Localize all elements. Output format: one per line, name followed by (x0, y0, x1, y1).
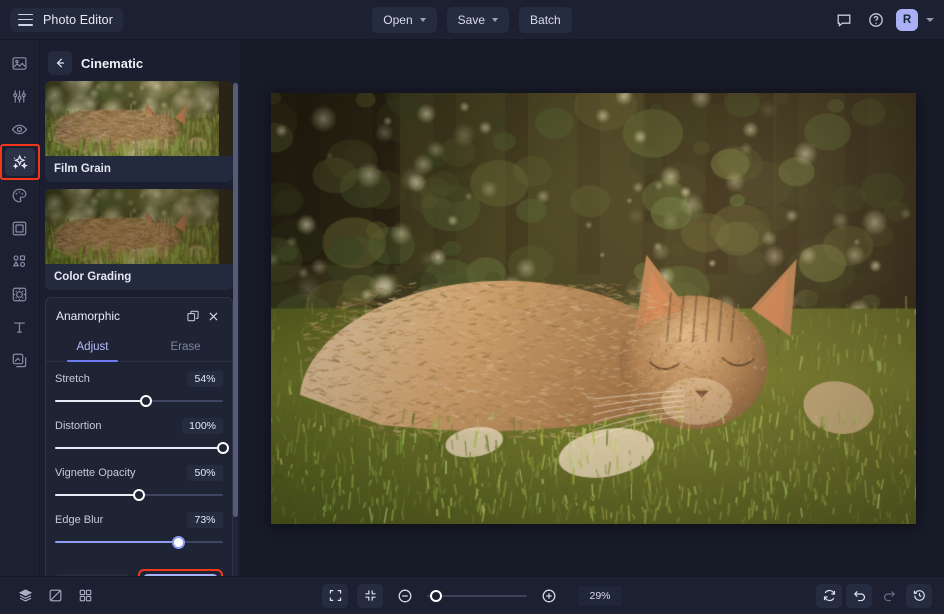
slider-track[interactable] (55, 489, 223, 501)
bottom-bar: 29% (0, 576, 944, 614)
slider-track[interactable] (55, 442, 229, 454)
bottom-left-tools (12, 584, 98, 608)
history-button[interactable] (906, 583, 932, 608)
preset-thumbnail (45, 81, 233, 156)
undo-button[interactable] (846, 583, 872, 608)
effect-tabs: Adjust Erase (46, 334, 232, 362)
slider-distortion: Distortion 100% (55, 418, 229, 454)
slider-handle[interactable] (133, 489, 145, 501)
slider-group: Stretch 54% Distortion 100% Vignette Opa… (46, 362, 232, 567)
slider-track[interactable] (55, 535, 223, 549)
panel-scroll-area[interactable]: Film Grain Color Grading Anamorphic Adju… (40, 81, 241, 576)
grid-button[interactable] (72, 584, 98, 608)
slider-value: 50% (187, 465, 223, 481)
effect-actions: Cancel Apply (46, 567, 232, 576)
preset-color-grading[interactable]: Color Grading (45, 189, 233, 290)
app-menu-brand[interactable]: Photo Editor (10, 7, 123, 32)
top-right-actions: R (832, 8, 934, 32)
effect-header: Anamorphic (46, 298, 232, 334)
redo-button[interactable] (876, 584, 902, 608)
reset-button[interactable] (816, 583, 842, 608)
actual-size-button[interactable] (357, 583, 383, 608)
back-button[interactable] (48, 51, 72, 75)
batch-button-label: Batch (530, 12, 561, 27)
compare-button[interactable] (42, 584, 68, 608)
preset-label: Film Grain (54, 163, 111, 175)
zoom-level-value: 29% (578, 585, 622, 606)
bottom-right-tools (816, 583, 932, 608)
slider-track[interactable] (55, 395, 223, 407)
close-icon[interactable] (203, 306, 223, 326)
scrollbar-thumb[interactable] (233, 83, 238, 517)
sidebar-item-shapes[interactable] (5, 247, 35, 275)
photo-editor-window: Photo Editor Open Save Batch R Cinematic… (0, 0, 944, 614)
photo-canvas (270, 92, 916, 524)
zoom-out-button[interactable] (392, 584, 418, 608)
open-button-label: Open (383, 12, 413, 27)
batch-button[interactable]: Batch (519, 6, 572, 33)
hamburger-icon[interactable] (18, 13, 33, 26)
tool-rail (0, 40, 40, 576)
duplicate-icon[interactable] (183, 306, 203, 326)
zoom-slider-handle[interactable] (429, 589, 442, 602)
canvas-area[interactable] (242, 40, 944, 576)
slider-value: 54% (187, 371, 223, 387)
top-bar: Photo Editor Open Save Batch R (0, 0, 944, 40)
preset-film-grain[interactable]: Film Grain (45, 81, 233, 182)
sidebar-item-image[interactable] (5, 49, 35, 77)
chevron-down-icon (419, 17, 426, 22)
slider-value: 100% (182, 418, 223, 434)
zoom-controls: 29% (0, 583, 944, 608)
sidebar-item-color[interactable] (5, 181, 35, 209)
avatar[interactable]: R (896, 8, 918, 31)
layers-button[interactable] (12, 584, 38, 608)
fit-screen-button[interactable] (322, 583, 348, 608)
main-body: Cinematic Film Grain Color Grading Anamo… (0, 40, 944, 576)
preset-label: Color Grading (54, 271, 132, 283)
chevron-down-icon[interactable] (926, 17, 934, 22)
effects-panel: Cinematic Film Grain Color Grading Anamo… (40, 40, 242, 576)
slider-label: Stretch (55, 373, 90, 385)
tab-adjust[interactable]: Adjust (46, 334, 139, 362)
slider-handle[interactable] (139, 395, 152, 407)
slider-edge-blur: Edge Blur 73% (55, 512, 223, 549)
zoom-slider[interactable] (427, 589, 527, 602)
sidebar-item-adjust[interactable] (5, 82, 35, 110)
sidebar-item-blur[interactable] (5, 280, 35, 308)
sidebar-item-layers[interactable] (5, 346, 35, 374)
slider-label: Vignette Opacity (55, 467, 136, 479)
sidebar-item-text[interactable] (5, 313, 35, 341)
page-title: Cinematic (81, 55, 144, 71)
slider-vignette-opacity: Vignette Opacity 50% (55, 465, 223, 501)
arrow-left-icon (56, 58, 65, 68)
zoom-in-button[interactable] (536, 584, 562, 608)
effect-name: Anamorphic (56, 309, 121, 323)
sidebar-item-retouch[interactable] (5, 115, 35, 143)
sidebar-item-frame[interactable] (5, 214, 35, 242)
sidebar-item-effects[interactable] (0, 144, 40, 180)
save-button-label: Save (457, 12, 486, 27)
help-circle-icon[interactable] (864, 8, 888, 32)
preset-thumbnail (45, 189, 233, 264)
slider-stretch: Stretch 54% (55, 371, 223, 407)
panel-header: Cinematic (40, 45, 241, 81)
slider-label: Edge Blur (55, 514, 104, 526)
top-center-actions: Open Save Batch (0, 6, 944, 33)
slider-value: 73% (187, 512, 223, 528)
open-button[interactable]: Open (372, 6, 437, 33)
apply-button-highlight: Apply (138, 569, 223, 576)
tab-erase[interactable]: Erase (139, 334, 232, 361)
comment-icon[interactable] (832, 8, 856, 32)
slider-handle[interactable] (171, 535, 185, 549)
effect-editor: Anamorphic Adjust Erase Stretch 54% Dist… (45, 297, 233, 576)
slider-handle[interactable] (217, 442, 229, 454)
chevron-down-icon (492, 17, 499, 22)
photo-preview[interactable] (270, 92, 916, 524)
app-title: Photo Editor (43, 12, 113, 27)
slider-label: Distortion (55, 420, 102, 432)
save-button[interactable]: Save (446, 6, 510, 33)
